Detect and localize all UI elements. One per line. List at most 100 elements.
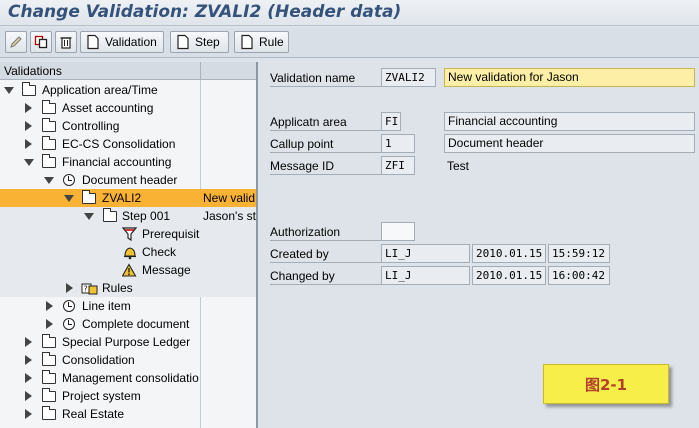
collapsed-arrow-icon[interactable] [25,103,32,113]
collapsed-arrow-icon[interactable] [66,283,73,293]
copy-button[interactable] [30,31,52,53]
changed-by-label: Changed by [270,267,382,285]
expanded-arrow-icon[interactable] [44,177,54,184]
pencil-icon [10,36,22,48]
tree-node-asset-accounting[interactable]: Asset accounting [0,99,256,117]
step-button-label: Step [195,35,220,49]
collapsed-arrow-icon[interactable] [25,121,32,131]
tree-node-project-system[interactable]: Project system [0,387,256,405]
message-id-label: Message ID [270,157,382,175]
tree-node-application-area[interactable]: Application area/Time [0,81,256,99]
folder-icon [42,352,56,366]
window-title: Change Validation: ZVALI2 (Header data) [8,2,402,22]
collapsed-arrow-icon[interactable] [46,319,53,329]
tree-node-prerequisite[interactable]: Prerequisit [0,225,256,243]
tree-node-zvali2[interactable]: ZVALI2 New valid [0,189,256,207]
authorization-field[interactable] [381,222,415,241]
tree-node-description: New valid [203,191,256,205]
tree-node-label: Consolidation [62,353,135,367]
application-area-field[interactable]: FI [381,112,401,131]
tree-node-rules[interactable]: ? Rules [0,279,256,297]
tree-node-label: Application area/Time [42,83,158,97]
tree-node-real-estate[interactable]: Real Estate [0,405,256,423]
svg-text:?: ? [84,285,88,294]
validation-name-field[interactable]: ZVALI2 [381,68,436,87]
filter-icon [122,227,138,242]
tree-node-special-purpose-ledger[interactable]: Special Purpose Ledger [0,333,256,351]
warning-icon [122,263,137,277]
tree-node-label: Rules [102,281,133,295]
tree-node-label: Prerequisit [142,227,200,241]
collapsed-arrow-icon[interactable] [25,391,32,401]
collapsed-arrow-icon[interactable] [25,373,32,383]
tree-node-ec-cs-consolidation[interactable]: EC-CS Consolidation [0,135,256,153]
folder-icon [82,190,96,204]
tree-node-label: Step 001 [122,209,171,223]
expanded-arrow-icon[interactable] [24,159,34,166]
document-icon [241,34,253,50]
folder-icon [42,406,56,420]
expanded-arrow-icon[interactable] [64,195,74,202]
title-bar: Change Validation: ZVALI2 (Header data) [0,0,699,26]
message-id-field[interactable]: ZFI [381,156,415,175]
rule-button[interactable]: Rule [234,31,289,53]
folder-icon [42,370,56,384]
step-button[interactable]: Step [170,31,229,53]
edit-button[interactable] [5,31,27,53]
created-date-field: 2010.01.15 [472,244,546,263]
callup-point-description: Document header [444,134,695,153]
collapsed-arrow-icon[interactable] [46,301,53,311]
validation-description-field[interactable]: New validation for Jason [444,68,695,87]
clock-icon [63,318,75,330]
application-area-description: Financial accounting [444,112,695,131]
trash-icon [60,37,72,49]
tree-node-document-header[interactable]: Document header [0,171,256,189]
folder-icon [42,100,56,114]
validation-tree[interactable]: Validations Application area/Time Asset … [0,62,258,428]
application-toolbar: Validation Step Rule [0,28,699,58]
collapsed-arrow-icon[interactable] [25,355,32,365]
folder-icon [42,154,56,168]
validation-button[interactable]: Validation [80,31,164,53]
delete-button[interactable] [55,31,77,53]
folder-icon [42,334,56,348]
tree-node-line-item[interactable]: Line item [0,297,256,315]
collapsed-arrow-icon[interactable] [25,139,32,149]
callup-point-field[interactable]: 1 [381,134,415,153]
tree-node-label: Complete document [82,317,190,331]
tree-node-controlling[interactable]: Controlling [0,117,256,135]
tree-node-complete-document[interactable]: Complete document [0,315,256,333]
rules-icon: ? [81,283,98,295]
tree-node-financial-accounting[interactable]: Financial accounting [0,153,256,171]
authorization-label: Authorization [270,223,382,241]
tree-node-management-consolidation[interactable]: Management consolidatio [0,369,256,387]
rule-button-label: Rule [259,35,284,49]
expanded-arrow-icon[interactable] [4,87,14,94]
tree-node-consolidation[interactable]: Consolidation [0,351,256,369]
open-folder-icon [103,208,117,222]
bell-icon [124,247,136,260]
collapsed-arrow-icon[interactable] [25,337,32,347]
folder-icon [42,118,56,132]
tree-node-label: Special Purpose Ledger [62,335,191,349]
tree-node-label: Message [142,263,191,277]
expanded-arrow-icon[interactable] [84,213,94,220]
tree-node-label: EC-CS Consolidation [62,137,176,151]
application-area-label: Applicatn area [270,113,382,131]
tree-node-label: Asset accounting [62,101,154,115]
document-icon [177,34,189,50]
folder-icon [22,82,36,96]
changed-time-field: 16:00:42 [548,266,610,285]
tree-node-label: Check [142,245,177,259]
callup-point-label: Callup point [270,135,382,153]
tree-node-check[interactable]: Check [0,243,256,261]
collapsed-arrow-icon[interactable] [25,409,32,419]
tree-node-step-001[interactable]: Step 001 Jason's st [0,207,256,225]
created-by-label: Created by [270,245,382,263]
folder-icon [42,388,56,402]
figure-label: 图2-1 [543,364,669,404]
tree-node-message[interactable]: Message [0,261,256,279]
tree-node-label: Project system [62,389,141,403]
tree-node-label: Financial accounting [62,155,172,169]
changed-date-field: 2010.01.15 [472,266,546,285]
